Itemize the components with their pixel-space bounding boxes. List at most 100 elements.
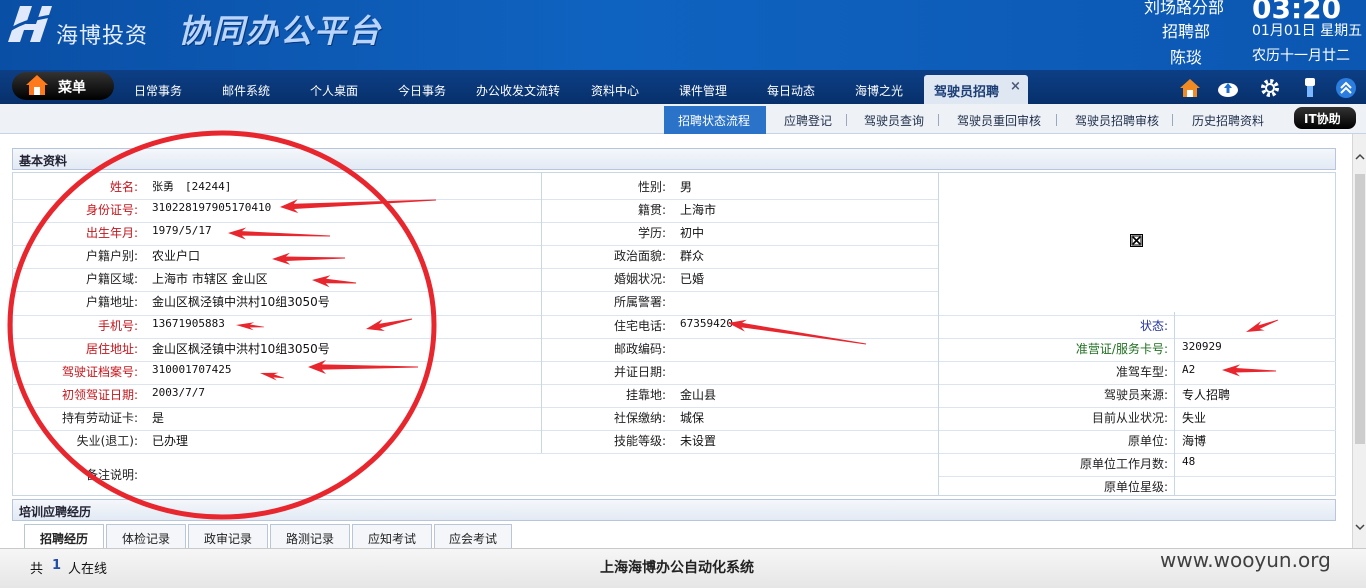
nav-item-mail[interactable]: 邮件系统	[222, 82, 270, 99]
field-label: 技能等级:	[613, 434, 666, 448]
field-value: 金山区枫泾镇中洪村10组3050号	[152, 342, 330, 356]
subnav-driver-query[interactable]: 驾驶员查询	[864, 112, 924, 129]
app-header: 海博投资 协同办公平台 刘场路分部 招聘部 陈琰 03:20 01月01日 星期…	[0, 0, 1366, 70]
grid-line	[12, 338, 938, 339]
gear-icon[interactable]	[1258, 76, 1282, 100]
current-date: 01月01日 星期五	[1252, 23, 1363, 39]
house-icon[interactable]	[1178, 76, 1202, 100]
grid-line	[12, 199, 938, 200]
basic-info-title: 基本资料	[19, 154, 68, 168]
grid-line	[12, 245, 938, 246]
field-value: 67359420	[680, 317, 733, 330]
nav-item-desktop[interactable]: 个人桌面	[310, 82, 358, 99]
field-label: 驾驶员来源:	[1103, 388, 1168, 402]
field-label: 户籍区域:	[85, 272, 138, 286]
subnav-recruit-status[interactable]: 招聘状态流程	[664, 106, 766, 134]
tab-driver-recruitment-label: 驾驶员招聘	[934, 85, 1000, 100]
subnav-separator	[1172, 114, 1173, 126]
nav-item-news[interactable]: 每日动态	[767, 82, 815, 99]
online-prefix: 共	[30, 562, 44, 577]
grid-line	[12, 430, 938, 431]
field-value: 金山区枫泾镇中洪村10组3050号	[152, 295, 330, 309]
nav-item-documents[interactable]: 办公收发文流转	[476, 82, 560, 99]
training-header: 培训应聘经历	[12, 499, 1336, 521]
close-icon[interactable]: ×	[1010, 79, 1021, 94]
nav-item-resources[interactable]: 资料中心	[591, 82, 639, 99]
field-label: 原单位:	[1127, 434, 1168, 448]
field-label: 出生年月:	[85, 226, 138, 240]
grid-line	[938, 172, 939, 496]
tab-medical[interactable]: 体检记录	[106, 524, 186, 548]
tab-road-test[interactable]: 路测记录	[270, 524, 350, 548]
subnav-separator	[938, 114, 939, 126]
it-help-label: IT协助	[1304, 112, 1341, 126]
field-value: 320929	[1182, 340, 1222, 353]
field-value: 是	[152, 411, 165, 425]
field-label: 失业(退工):	[76, 434, 138, 448]
field-value: 群众	[680, 249, 705, 263]
system-name: 上海海博办公自动化系统	[600, 560, 754, 576]
broken-photo-icon	[1130, 234, 1143, 247]
nav-item-daily[interactable]: 日常事务	[134, 82, 182, 99]
it-help-button[interactable]: IT协助	[1294, 107, 1356, 129]
tab-practical-exam[interactable]: 应会考试	[434, 524, 512, 548]
lunar-date: 农历十一月廿二	[1252, 48, 1350, 64]
field-label: 婚姻状况:	[613, 272, 666, 286]
field-value: 海博	[1182, 434, 1207, 448]
cloud-upload-icon[interactable]	[1216, 76, 1240, 100]
grid-line	[938, 476, 1336, 477]
basic-info-header: 基本资料	[12, 148, 1336, 170]
field-label: 籍贯:	[637, 203, 666, 217]
grid-line	[12, 384, 938, 385]
field-label: 邮政编码:	[613, 342, 666, 356]
tab-recruit-history[interactable]: 招聘经历	[24, 524, 104, 548]
tab-theory-exam[interactable]: 应知考试	[352, 524, 432, 548]
watermark-text: www.wooyun.org	[1160, 548, 1331, 572]
field-value: 农业户口	[152, 249, 201, 263]
field-value: 48	[1182, 455, 1196, 468]
tab-political-review[interactable]: 政审记录	[188, 524, 268, 548]
tab-label: 体检记录	[121, 532, 170, 546]
subnav-recruit-review[interactable]: 驾驶员招聘审核	[1075, 112, 1159, 129]
field-label: 持有劳动证卡:	[61, 411, 138, 425]
field-value: 金山县	[680, 388, 717, 402]
subnav-history[interactable]: 历史招聘资料	[1192, 112, 1264, 129]
remark-label: 备注说明:	[85, 468, 138, 482]
subnav-application[interactable]: 应聘登记	[784, 112, 832, 129]
subnav-re-review[interactable]: 驾驶员重回审核	[957, 112, 1041, 129]
scroll-up-icon[interactable]	[1355, 152, 1365, 162]
field-value: 2003/7/7	[152, 386, 205, 399]
grid-line	[12, 453, 938, 454]
subnav-recruit-status-label: 招聘状态流程	[678, 114, 751, 128]
tab-label: 政审记录	[203, 532, 252, 546]
subnav-separator	[1056, 114, 1057, 126]
online-count: 1	[52, 558, 62, 573]
scroll-thumb[interactable]	[1355, 174, 1365, 444]
field-value: 上海市 市辖区 金山区	[152, 272, 268, 286]
branch-name: 刘场路分部	[1144, 0, 1225, 17]
scroll-top-icon[interactable]	[1334, 76, 1358, 100]
field-label: 目前从业状况:	[1091, 411, 1168, 425]
nav-item-courseware[interactable]: 课件管理	[679, 82, 727, 99]
grid-line	[12, 315, 938, 316]
field-value: 已办理	[152, 434, 189, 448]
field-label: 学历:	[637, 226, 666, 240]
nav-item-haibo-light[interactable]: 海博之光	[855, 82, 903, 99]
tab-driver-recruitment[interactable]: 驾驶员招聘 ×	[924, 75, 1028, 104]
nav-item-today[interactable]: 今日事务	[398, 82, 446, 99]
menu-button[interactable]: 菜单	[12, 72, 114, 100]
field-value: 初中	[680, 226, 705, 240]
field-label: 身份证号:	[85, 203, 138, 217]
field-value: 13671905883	[152, 317, 225, 330]
scroll-down-icon[interactable]	[1355, 522, 1365, 532]
online-suffix: 人在线	[68, 562, 108, 577]
grid-line	[12, 361, 938, 362]
grid-line	[12, 268, 938, 269]
training-title: 培训应聘经历	[19, 505, 92, 519]
field-label: 政治面貌:	[613, 249, 666, 263]
vertical-scrollbar[interactable]	[1352, 134, 1366, 548]
field-label: 状态:	[1139, 319, 1168, 333]
haibo-logo-icon	[3, 6, 53, 42]
field-label: 性别:	[637, 180, 666, 194]
usb-key-icon[interactable]	[1298, 76, 1322, 100]
